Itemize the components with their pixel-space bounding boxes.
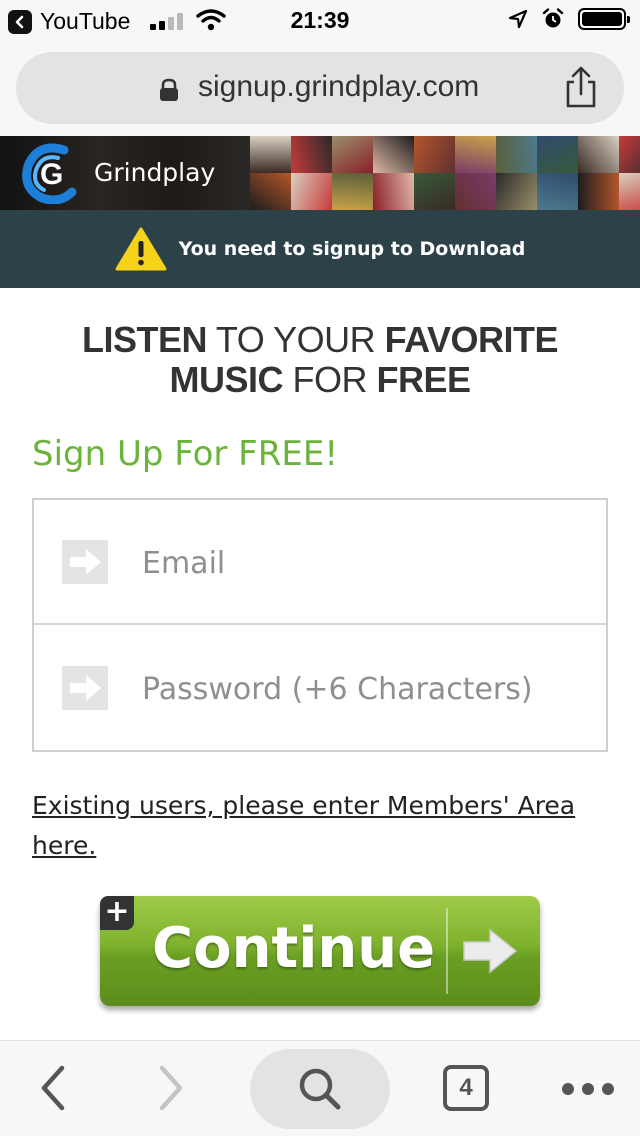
site-banner: G Grindplay xyxy=(0,136,640,210)
brand-name[interactable]: Grindplay xyxy=(94,158,215,187)
tabs-icon[interactable]: 4 xyxy=(443,1065,489,1111)
arrow-right-icon xyxy=(62,666,108,710)
album-tile xyxy=(455,173,496,210)
album-tile xyxy=(496,173,537,210)
album-tile xyxy=(414,173,455,210)
notice-text: You need to signup to Download xyxy=(178,238,526,260)
search-button[interactable] xyxy=(250,1049,390,1129)
arrow-right-icon xyxy=(463,928,518,974)
plus-icon: + xyxy=(100,896,134,930)
album-tile xyxy=(578,173,619,210)
album-tile xyxy=(332,173,373,210)
email-field[interactable]: Email xyxy=(34,500,606,625)
album-tile xyxy=(291,136,332,173)
back-icon[interactable] xyxy=(36,1063,70,1113)
forward-icon[interactable] xyxy=(154,1063,188,1113)
album-tile xyxy=(619,136,640,173)
status-bar: YouTube 21:39 xyxy=(0,0,640,40)
lock-icon xyxy=(160,78,178,101)
album-tile xyxy=(619,173,640,210)
signup-title: Sign Up For FREE! xyxy=(32,434,338,474)
url-text: signup.grindplay.com xyxy=(198,70,480,103)
continue-button[interactable]: + Continue xyxy=(100,896,540,1006)
location-icon xyxy=(508,9,528,29)
signup-notice: You need to signup to Download xyxy=(0,210,640,288)
email-placeholder: Email xyxy=(142,546,226,581)
members-area-link[interactable]: Existing users, please enter Members' Ar… xyxy=(32,786,592,866)
album-tile xyxy=(250,173,291,210)
browser-address-area: signup.grindplay.com xyxy=(0,40,640,136)
search-icon xyxy=(299,1068,341,1110)
password-placeholder: Password (+6 Characters) xyxy=(142,672,533,707)
album-tile xyxy=(414,136,455,173)
share-icon[interactable] xyxy=(562,66,600,110)
password-field[interactable]: Password (+6 Characters) xyxy=(34,626,606,751)
warning-icon xyxy=(115,227,167,271)
album-tile xyxy=(373,173,414,210)
battery-icon xyxy=(578,8,630,30)
continue-label: Continue xyxy=(152,916,436,981)
button-divider xyxy=(446,908,448,994)
album-tile xyxy=(537,136,578,173)
headline-word: FREE xyxy=(376,359,471,400)
album-tile xyxy=(455,136,496,173)
album-tile xyxy=(291,173,332,210)
headline-word: TO YOUR xyxy=(207,319,385,360)
album-tile xyxy=(578,136,619,173)
arrow-right-icon xyxy=(62,540,108,584)
browser-toolbar: 4 xyxy=(0,1040,640,1136)
headline-word: LISTEN xyxy=(82,319,208,360)
address-bar[interactable]: signup.grindplay.com xyxy=(16,52,624,124)
more-icon[interactable] xyxy=(560,1081,616,1097)
headline-word: MUSIC xyxy=(169,359,283,400)
headline-word: FAVORITE xyxy=(384,319,559,360)
page-headline: LISTEN TO YOUR FAVORITE MUSIC FOR FREE xyxy=(0,320,640,400)
alarm-icon xyxy=(542,8,564,28)
signup-form: Email Password (+6 Characters) xyxy=(32,498,608,752)
album-tile xyxy=(250,136,291,173)
logo-letter: G xyxy=(40,158,64,191)
album-tile xyxy=(373,136,414,173)
album-tile xyxy=(496,136,537,173)
album-tile xyxy=(537,173,578,210)
headline-word: FOR xyxy=(282,359,377,400)
album-tile xyxy=(332,136,373,173)
